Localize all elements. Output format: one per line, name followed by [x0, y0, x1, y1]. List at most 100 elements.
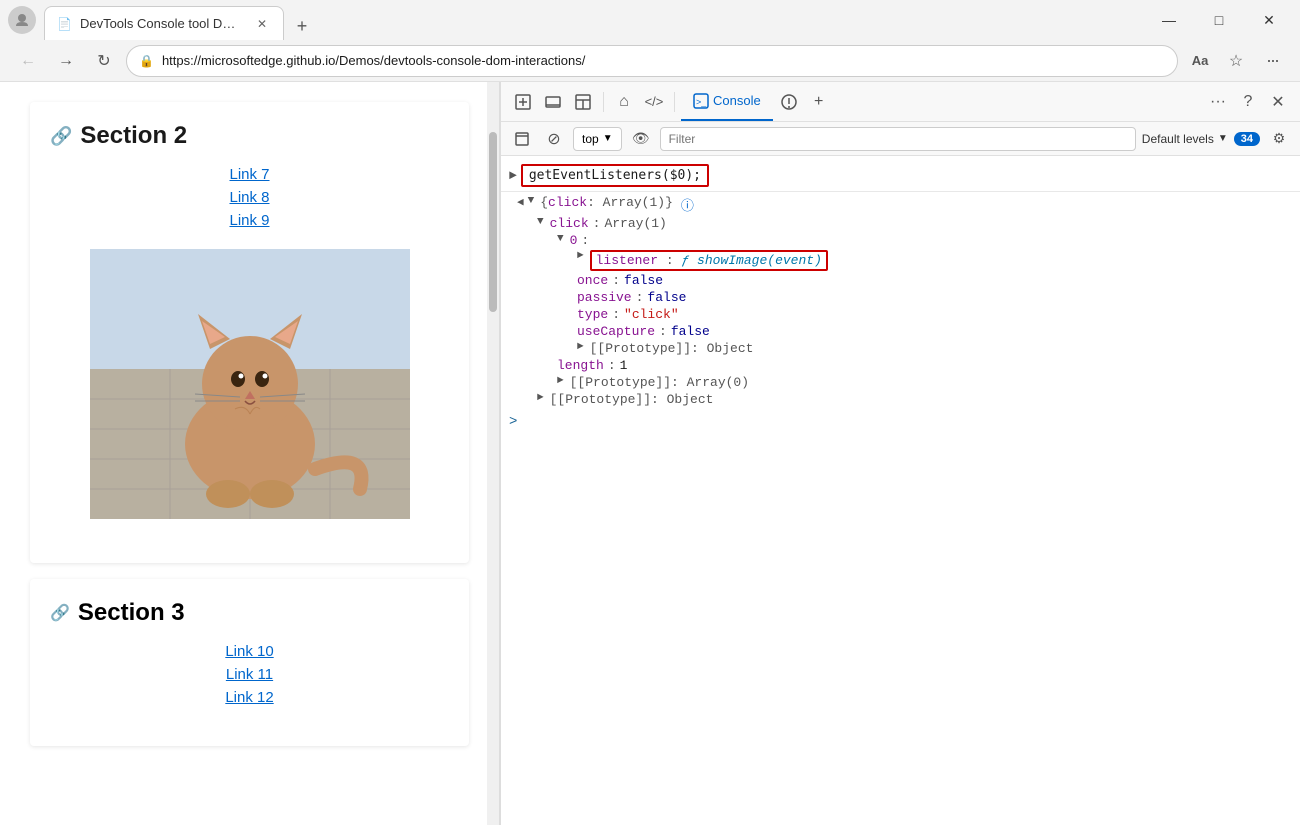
address-bar[interactable]: 🔒 https://microsoftedge.github.io/Demos/…: [126, 45, 1178, 77]
close-button[interactable]: ✕: [1246, 4, 1292, 36]
tab-console[interactable]: >_ Console: [681, 82, 773, 121]
devtools-panel: ⌂ </> >_ Console + ··· ? ✕: [500, 82, 1300, 825]
link10[interactable]: Link 10: [225, 643, 273, 660]
console-bar: ⊘ top ▼ 👁 Default levels ▼ 34 ⚙: [501, 122, 1300, 156]
eye-button[interactable]: 👁: [628, 126, 654, 152]
tab-favicon: 📄: [57, 17, 72, 31]
console-tab-label: Console: [713, 93, 761, 108]
levels-dropdown[interactable]: Default levels ▼: [1142, 132, 1228, 146]
prototype2-text: [[Prototype]]: Array(0): [570, 375, 749, 390]
type-value: "click": [624, 307, 679, 322]
passive-key: passive: [577, 290, 632, 305]
section2-card: 🔗 Section 2 Link 7 Link 8 Link 9: [30, 102, 469, 563]
listener-box: listener : ƒ showImage(event): [590, 250, 828, 271]
tab-title: DevTools Console tool DOM inte: [80, 16, 245, 31]
usecapture-value: false: [671, 324, 710, 339]
maximize-button[interactable]: □: [1196, 4, 1242, 36]
device-emulation-button[interactable]: [539, 88, 567, 116]
favorites-button[interactable]: ☆: [1220, 45, 1252, 77]
more-options-button[interactable]: ···: [1204, 88, 1232, 116]
link12[interactable]: Link 12: [225, 689, 273, 706]
tab-bar: 📄 DevTools Console tool DOM inte ✕ +: [44, 0, 1138, 40]
console-command: getEventListeners($0);: [521, 164, 709, 187]
message-count-badge: 34: [1234, 132, 1260, 146]
link9[interactable]: Link 9: [229, 212, 269, 229]
help-button[interactable]: ?: [1234, 88, 1262, 116]
issues-button[interactable]: [775, 88, 803, 116]
scrollbar-track[interactable]: [487, 82, 499, 825]
active-tab[interactable]: 📄 DevTools Console tool DOM inte ✕: [44, 6, 284, 40]
prototype3-text: [[Prototype]]: Object: [550, 392, 714, 407]
block-button[interactable]: ⊘: [541, 126, 567, 152]
passive-line: passive : false: [517, 289, 1292, 306]
root-object-text: {click: Array(1)}: [540, 195, 673, 210]
levels-label: Default levels: [1142, 132, 1214, 146]
passive-value: false: [647, 290, 686, 305]
type-key: type: [577, 307, 608, 322]
toolbar-separator: [603, 92, 604, 112]
console-input-row: ► getEventListeners($0);: [501, 160, 1300, 192]
click-array-key: click: [550, 216, 589, 231]
proto2-expand-arrow[interactable]: ►: [557, 375, 564, 387]
section2-heading: 🔗 Section 2: [50, 122, 449, 150]
once-value: false: [624, 273, 663, 288]
section2-anchor-icon: 🔗: [50, 126, 72, 147]
scrollbar-thumb[interactable]: [489, 132, 497, 312]
listener-key: listener: [596, 253, 658, 268]
filter-input[interactable]: [660, 127, 1136, 151]
section3-heading: 🔗 Section 3: [50, 599, 449, 627]
console-prompt-line: >: [501, 410, 1300, 434]
more-tools-button[interactable]: ···: [1256, 45, 1288, 77]
context-selector[interactable]: top ▼: [573, 127, 622, 151]
browser-chrome: 📄 DevTools Console tool DOM inte ✕ + — □…: [0, 0, 1300, 825]
layout-button[interactable]: [569, 88, 597, 116]
inspect-element-button[interactable]: [509, 88, 537, 116]
prototype1-text: [[Prototype]]: Object: [590, 341, 754, 356]
cat-image: [90, 249, 410, 519]
refresh-button[interactable]: ↻: [88, 45, 120, 77]
section3-anchor-icon: 🔗: [50, 603, 70, 623]
listener-value: ƒ showImage(event): [681, 253, 821, 268]
link8[interactable]: Link 8: [229, 189, 269, 206]
toolbar-separator2: [674, 92, 675, 112]
devtools-toolbar: ⌂ </> >_ Console + ··· ? ✕: [501, 82, 1300, 122]
back-button[interactable]: ←: [12, 45, 44, 77]
index-0-line: ▼ 0 :: [517, 232, 1292, 249]
add-panel-button[interactable]: +: [805, 88, 833, 116]
minimize-button[interactable]: —: [1146, 4, 1192, 36]
reader-mode-button[interactable]: Aa: [1184, 45, 1216, 77]
sources-button[interactable]: </>: [640, 88, 668, 116]
listener-line: ► listener : ƒ showImage(event): [517, 249, 1292, 272]
clear-console-button[interactable]: [509, 126, 535, 152]
url-text: https://microsoftedge.github.io/Demos/de…: [162, 53, 1165, 68]
prototype2-line: ► [[Prototype]]: Array(0): [517, 374, 1292, 391]
console-output: ◀ ▼ {click: Array(1)} ⓘ ▼ click : Array(…: [501, 192, 1300, 410]
cat-image-container: [50, 249, 449, 519]
web-content: 🔗 Section 2 Link 7 Link 8 Link 9: [0, 82, 500, 825]
link7[interactable]: Link 7: [229, 166, 269, 183]
profile-icon[interactable]: [8, 6, 36, 34]
index-0-key: 0: [570, 233, 578, 248]
listener-expand-arrow[interactable]: ►: [577, 250, 584, 262]
proto1-expand-arrow[interactable]: ►: [577, 341, 584, 353]
close-devtools-button[interactable]: ✕: [1264, 88, 1292, 116]
lock-icon: 🔒: [139, 54, 154, 68]
forward-button[interactable]: →: [50, 45, 82, 77]
once-key: once: [577, 273, 608, 288]
home-button[interactable]: ⌂: [610, 88, 638, 116]
new-tab-button[interactable]: +: [288, 12, 316, 40]
tab-close-button[interactable]: ✕: [253, 15, 271, 33]
levels-dropdown-icon: ▼: [1218, 133, 1228, 144]
root-expand-arrow[interactable]: ▼: [528, 195, 535, 207]
context-label: top: [582, 132, 599, 146]
console-settings-button[interactable]: ⚙: [1266, 126, 1292, 152]
usecapture-line: useCapture : false: [517, 323, 1292, 340]
prototype1-line: ► [[Prototype]]: Object: [517, 340, 1292, 357]
proto3-expand-arrow[interactable]: ►: [537, 392, 544, 404]
index0-expand-arrow[interactable]: ▼: [557, 233, 564, 245]
link11[interactable]: Link 11: [226, 666, 273, 683]
section3-title: Section 3: [78, 599, 185, 627]
nav-icons: Aa ☆ ···: [1184, 45, 1288, 77]
more-tools-buttons: ··· ? ✕: [1204, 88, 1292, 116]
click-expand-arrow[interactable]: ▼: [537, 216, 544, 228]
